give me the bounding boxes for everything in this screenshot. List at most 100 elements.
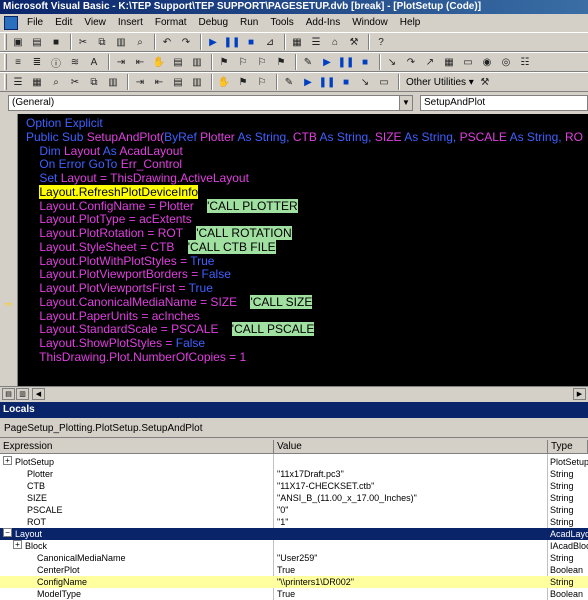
toolbar-grip[interactable] (4, 74, 7, 90)
copy-icon[interactable]: ⧉ (94, 34, 110, 50)
uncomment-icon[interactable]: ▥ (189, 74, 205, 90)
scroll-left-icon[interactable]: ◀ (32, 388, 45, 400)
code-line[interactable]: ThisDrawing.Plot.NumberOfCopies = 1 (26, 350, 583, 365)
locals-value[interactable]: "User259" (277, 552, 317, 564)
bookmark-next-icon[interactable]: ⚐ (254, 74, 270, 90)
step-icon[interactable]: ↘ (357, 74, 373, 90)
code-line[interactable]: Layout.ShowPlotStyles = False (26, 336, 583, 351)
edit-icon[interactable]: ✎ (281, 74, 297, 90)
step-out-icon[interactable]: ↗ (422, 54, 438, 70)
code-line[interactable]: On Error GoTo Err_Control (26, 157, 583, 172)
locals-row[interactable]: PSCALE "0" String (0, 504, 588, 516)
quick-watch-icon[interactable]: ◎ (498, 54, 514, 70)
other-utilities-menu[interactable]: Other Utilities ▾ (403, 77, 477, 88)
object-combo[interactable]: (General) ▼ (8, 95, 413, 111)
quick-info-icon[interactable]: ⓘ (48, 54, 64, 70)
menu-view[interactable]: View (78, 14, 112, 32)
tools-dropdown-icon[interactable]: ⚒ (477, 74, 493, 90)
window-icon[interactable]: ▭ (376, 74, 392, 90)
menu-insert[interactable]: Insert (112, 14, 149, 32)
cut-icon[interactable]: ✂ (67, 74, 83, 90)
redo-icon[interactable]: ↷ (178, 34, 194, 50)
locals-row[interactable]: − Layout AcadLayo (0, 528, 588, 540)
full-module-view-icon[interactable]: ▥ (16, 388, 29, 400)
uncomment-block-icon[interactable]: ▥ (189, 54, 205, 70)
code-line[interactable]: Layout.StandardScale = PSCALE 'CALL PSCA… (26, 322, 583, 337)
code-line[interactable]: Layout.PlotWithPlotStyles = True (26, 254, 583, 269)
locals-row[interactable]: Plotter "11x17Draft.pc3" String (0, 468, 588, 480)
project-explorer-icon[interactable]: ▦ (289, 34, 305, 50)
list-properties-icon[interactable]: ≡ (10, 54, 26, 70)
scroll-right-icon[interactable]: ▶ (573, 388, 586, 400)
binoculars-icon[interactable]: ⌕ (48, 74, 64, 90)
locals-row[interactable]: ROT "1" String (0, 516, 588, 528)
reset-icon[interactable]: ■ (243, 34, 259, 50)
immediate-window-icon[interactable]: ▭ (460, 54, 476, 70)
column-expression[interactable]: Expression (0, 440, 274, 454)
horizontal-scrollbar[interactable]: ▤ ▥ ◀ ▶ (0, 386, 588, 400)
toggle-bookmark-icon[interactable]: ⚑ (216, 54, 232, 70)
menu-window[interactable]: Window (346, 14, 394, 32)
run-icon[interactable]: ▶ (300, 74, 316, 90)
next-bookmark-icon[interactable]: ⚐ (235, 54, 251, 70)
code-line[interactable]: Layout.CanonicalMediaName = SIZE 'CALL S… (26, 294, 583, 310)
toolbar-grip[interactable] (4, 54, 7, 70)
code-line[interactable]: Layout.PlotRotation = ROT 'CALL ROTATION (26, 226, 583, 241)
help-icon[interactable]: ? (373, 34, 389, 50)
menu-add-ins[interactable]: Add-Ins (300, 14, 346, 32)
parameter-info-icon[interactable]: ≋ (67, 54, 83, 70)
locals-value[interactable]: "ANSI_B_(11.00_x_17.00_Inches)" (277, 492, 417, 504)
menu-run[interactable]: Run (234, 14, 264, 32)
locals-row[interactable]: CenterPlot True Boolean (0, 564, 588, 576)
locals-value[interactable]: "0" (277, 504, 288, 516)
locals-value[interactable]: True (277, 564, 295, 576)
menu-tools[interactable]: Tools (264, 14, 299, 32)
toolbar-grip[interactable] (4, 34, 7, 50)
indent-icon[interactable]: ⇥ (132, 74, 148, 90)
locals-row[interactable]: ConfigName "\\printers1\DR002" String (0, 576, 588, 588)
chevron-down-icon[interactable]: ▼ (399, 96, 412, 110)
code-window[interactable]: ⇨ Option Explicit Public Sub SetupAndPlot… (0, 114, 588, 400)
code-line[interactable]: Layout.RefreshPlotDeviceInfo (26, 184, 583, 200)
object-browser-icon[interactable]: ⌂ (327, 34, 343, 50)
code-line[interactable]: Layout.StyleSheet = CTB 'CALL CTB FILE (26, 239, 583, 255)
column-value[interactable]: Value (274, 440, 548, 454)
watch-window-icon[interactable]: ◉ (479, 54, 495, 70)
menu-debug[interactable]: Debug (193, 14, 234, 32)
properties-icon[interactable]: ☰ (308, 34, 324, 50)
view-acad-icon[interactable]: ▣ (10, 34, 26, 50)
locals-row[interactable]: CTB "11X17-CHECKSET.ctb" String (0, 480, 588, 492)
code-editor[interactable]: Option Explicit Public Sub SetupAndPlot(B… (26, 116, 583, 365)
design-mode-icon[interactable]: ⊿ (262, 34, 278, 50)
locals-row[interactable]: ModelType True Boolean (0, 588, 588, 600)
procedure-view-icon[interactable]: ▤ (2, 388, 15, 400)
complete-word-icon[interactable]: A (86, 54, 102, 70)
cut-icon[interactable]: ✂ (75, 34, 91, 50)
reset-icon[interactable]: ■ (357, 54, 373, 70)
design-icon[interactable]: ✎ (300, 54, 316, 70)
indent-icon[interactable]: ⇥ (113, 54, 129, 70)
locals-row[interactable]: + PlotSetup PlotSetup (0, 456, 588, 468)
run-icon[interactable]: ▶ (205, 34, 221, 50)
code-line[interactable]: Layout.PlotViewportsFirst = True (26, 281, 583, 296)
locals-value[interactable]: "\\printers1\DR002" (277, 576, 354, 588)
paste-icon[interactable]: ▥ (113, 34, 129, 50)
insert-module-icon[interactable]: ▤ (29, 34, 45, 50)
expand-toggle-icon[interactable]: + (13, 540, 22, 549)
locals-table[interactable]: + PlotSetup PlotSetup Plotter "11x17Draft.pc… (0, 454, 588, 600)
reset-icon[interactable]: ■ (338, 74, 354, 90)
list-constants-icon[interactable]: ≣ (29, 54, 45, 70)
code-line[interactable]: Option Explicit (26, 116, 583, 131)
explorer-icon[interactable]: ▦ (29, 74, 45, 90)
code-line[interactable]: Layout.PaperUnits = acInches (26, 309, 583, 324)
procedure-combo[interactable]: SetupAndPlot (420, 95, 588, 111)
outdent-icon[interactable]: ⇤ (132, 54, 148, 70)
locals-row[interactable]: SIZE "ANSI_B_(11.00_x_17.00_Inches)" Strin… (0, 492, 588, 504)
column-type[interactable]: Type (548, 440, 588, 454)
find-icon[interactable]: ⌕ (132, 34, 148, 50)
locals-row[interactable]: +Block IAcadBlock (0, 540, 588, 552)
break-icon[interactable]: ❚❚ (319, 74, 336, 90)
break-icon[interactable]: ❚❚ (338, 54, 355, 70)
locals-value[interactable]: True (277, 588, 295, 600)
locals-value[interactable]: "11x17Draft.pc3" (277, 468, 344, 480)
